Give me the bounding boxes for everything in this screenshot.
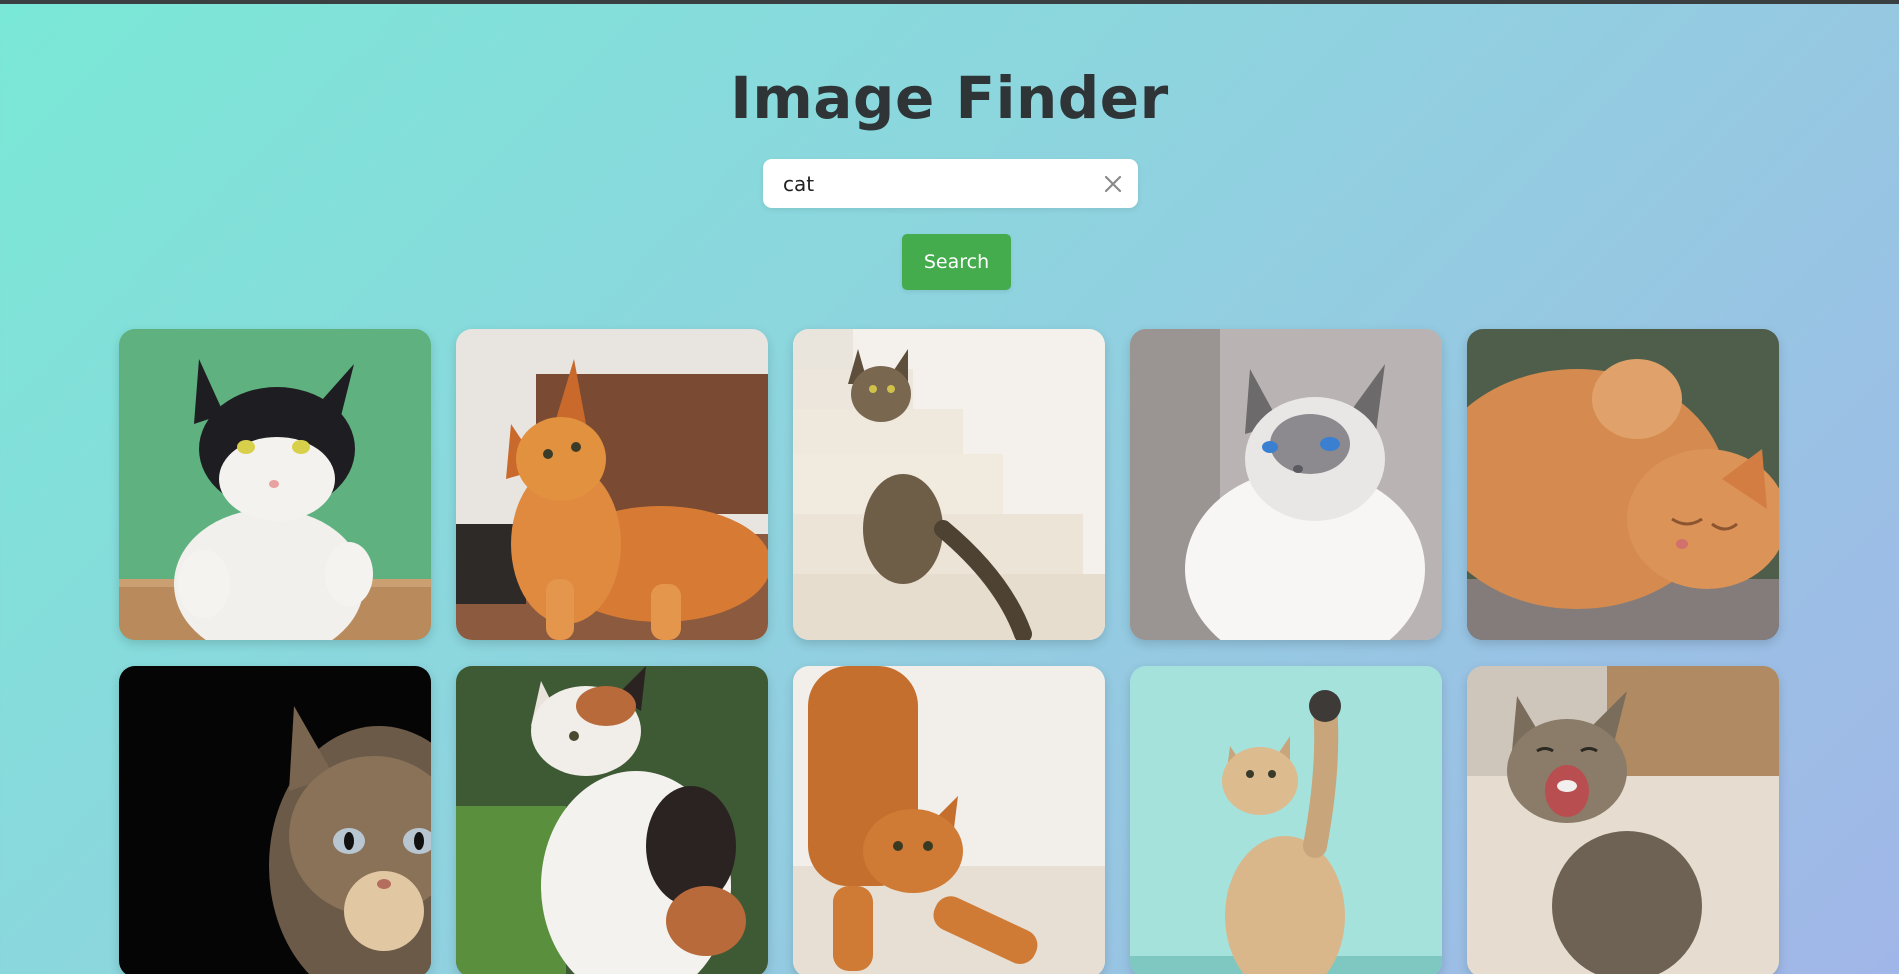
image-result[interactable] — [1130, 329, 1442, 640]
image-results-grid — [119, 329, 1782, 974]
image-result[interactable] — [793, 666, 1105, 974]
image-result[interactable] — [1467, 329, 1779, 640]
image-result[interactable] — [793, 329, 1105, 640]
image-result[interactable] — [456, 666, 768, 974]
search-box — [763, 159, 1138, 208]
cat-image — [1467, 329, 1779, 640]
search-button[interactable]: Search — [902, 234, 1011, 290]
image-result[interactable] — [1130, 666, 1442, 974]
cat-image — [456, 666, 768, 974]
cat-image — [1130, 329, 1442, 640]
cat-image — [1467, 666, 1779, 974]
image-result[interactable] — [119, 329, 431, 640]
cat-image — [119, 666, 431, 974]
cat-image — [1130, 666, 1442, 974]
browser-top-bar — [0, 0, 1899, 4]
cat-image — [793, 666, 1105, 974]
cat-image — [119, 329, 431, 640]
image-result[interactable] — [456, 329, 768, 640]
page-title: Image Finder — [730, 64, 1169, 132]
image-result[interactable] — [1467, 666, 1779, 974]
search-input[interactable] — [783, 159, 1102, 208]
close-icon[interactable] — [1102, 173, 1124, 195]
image-result[interactable] — [119, 666, 431, 974]
cat-image — [456, 329, 768, 640]
cat-image — [793, 329, 1105, 640]
